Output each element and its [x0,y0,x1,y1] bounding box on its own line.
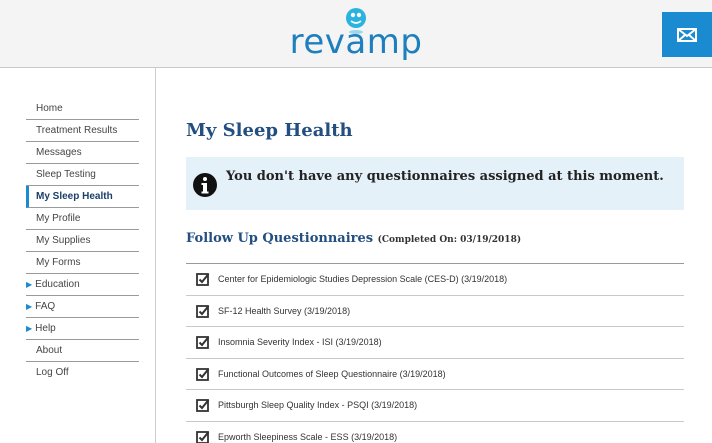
list-item[interactable]: Epworth Sleepiness Scale - ESS (3/19/201… [186,422,684,443]
checkbox-checked-icon [196,399,210,413]
sidebar-item-my-profile[interactable]: My Profile [26,208,139,230]
info-alert: You don't have any questionnaires assign… [186,157,684,210]
messages-button[interactable] [662,12,712,57]
revamp-logo[interactable]: revamp [286,8,426,66]
sidebar-item-about[interactable]: About [26,340,139,362]
checkbox-checked-icon [196,336,210,350]
questionnaire-label: SF-12 Health Survey (3/19/2018) [218,305,351,316]
checkbox-checked-icon [196,367,210,381]
sidebar-item-sleep-testing[interactable]: Sleep Testing [26,164,139,186]
info-icon [193,173,217,197]
sidebar-item-messages[interactable]: Messages [26,142,139,164]
questionnaire-label: Epworth Sleepiness Scale - ESS (3/19/201… [218,432,398,443]
list-item[interactable]: Functional Outcomes of Sleep Questionnai… [186,359,684,390]
questionnaire-list: Center for Epidemiologic Studies Depress… [186,263,684,443]
questionnaire-label: Functional Outcomes of Sleep Questionnai… [218,368,446,379]
sidebar-item-label: FAQ [35,301,56,312]
sidebar-item-my-supplies[interactable]: My Supplies [26,230,139,252]
sidebar-item-home[interactable]: Home [26,98,139,120]
list-item[interactable]: Pittsburgh Sleep Quality Index - PSQI (3… [186,390,684,422]
sidebar-item-my-sleep-health[interactable]: My Sleep Health [26,186,139,208]
sidebar-item-help[interactable]: ▶ Help [26,318,139,340]
checkbox-checked-icon [196,304,210,318]
questionnaire-label: Center for Epidemiologic Studies Depress… [218,274,508,285]
expand-caret-icon: ▶ [26,324,33,333]
sidebar-nav: Home Treatment Results Messages Sleep Te… [26,98,139,384]
sidebar-item-faq[interactable]: ▶ FAQ [26,296,139,318]
questionnaire-label: Pittsburgh Sleep Quality Index - PSQI (3… [218,400,418,411]
list-item[interactable]: Center for Epidemiologic Studies Depress… [186,264,684,296]
checkbox-checked-icon [196,431,210,443]
section-title-text: Follow Up Questionnaires [186,231,374,246]
app-header: revamp [0,0,712,68]
checkbox-checked-icon [196,273,210,287]
expand-caret-icon: ▶ [26,302,33,311]
questionnaire-label: Insomnia Severity Index - ISI (3/19/2018… [218,337,382,348]
sidebar-item-label: Education [35,279,80,290]
completed-on-note: (Completed On: 03/19/2018) [377,235,522,245]
sidebar-divider [155,68,156,443]
envelope-icon [677,27,697,42]
sidebar-item-label: Help [35,323,56,334]
logo-text: revamp [289,22,423,62]
sidebar-item-treatment-results[interactable]: Treatment Results [26,120,139,142]
list-item[interactable]: Insomnia Severity Index - ISI (3/19/2018… [186,327,684,359]
sidebar-item-log-off[interactable]: Log Off [26,362,139,384]
page-title: My Sleep Health [186,120,353,141]
expand-caret-icon: ▶ [26,280,33,289]
alert-message: You don't have any questionnaires assign… [226,169,664,184]
section-title: Follow Up Questionnaires (Completed On: … [186,231,521,246]
list-item[interactable]: SF-12 Health Survey (3/19/2018) [186,296,684,327]
sidebar-item-education[interactable]: ▶ Education [26,274,139,296]
sidebar-item-my-forms[interactable]: My Forms [26,252,139,274]
